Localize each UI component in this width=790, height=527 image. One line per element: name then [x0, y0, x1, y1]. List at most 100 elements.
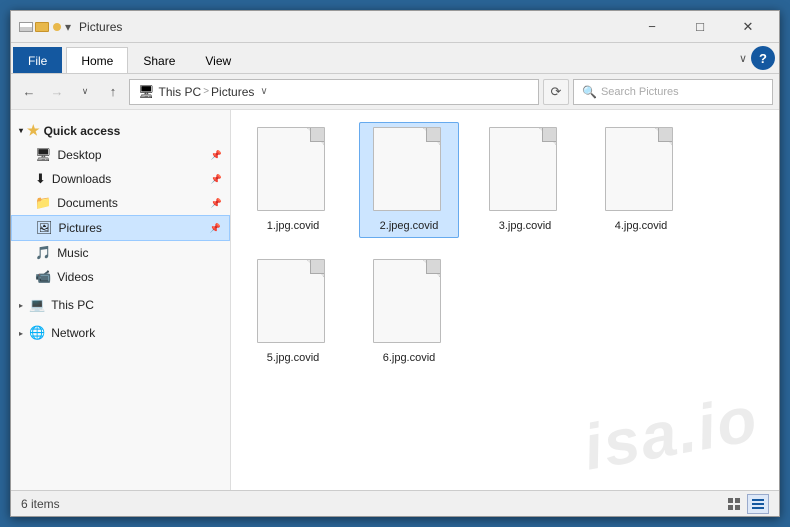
- address-path[interactable]: 🖥 This PC > Pictures ∨: [129, 79, 539, 105]
- status-count: 6 items: [21, 497, 60, 511]
- file-icon: [257, 259, 329, 347]
- sidebar-section-quickaccess: ▾ ★ Quick access 🖥 Desktop 📌 ⬇ Downloads…: [11, 118, 230, 289]
- documents-icon: 📁: [35, 195, 51, 211]
- sidebar-label-network: Network: [51, 326, 95, 340]
- file-icon: [489, 127, 561, 215]
- file-name-label: 5.jpg.covid: [267, 351, 320, 365]
- pin-desktop-icon: 📌: [211, 150, 222, 161]
- tab-home[interactable]: Home: [66, 47, 128, 73]
- search-box[interactable]: 🔍 Search Pictures: [573, 79, 773, 105]
- file-page-fold: [426, 128, 440, 142]
- view-large-icons-button[interactable]: [723, 494, 745, 514]
- search-icon: 🔍: [582, 85, 597, 99]
- file-item[interactable]: 5.jpg.covid: [243, 254, 343, 370]
- help-button[interactable]: ?: [751, 46, 775, 70]
- chevron-quickaccess-icon: ▾: [19, 126, 23, 135]
- file-name-label: 2.jpeg.covid: [380, 219, 439, 233]
- view-details-button[interactable]: [747, 494, 769, 514]
- network-icon: 🌐: [29, 325, 45, 341]
- tb-dot: [53, 23, 61, 31]
- ribbon-chevron[interactable]: ∨: [735, 52, 751, 65]
- pin-documents-icon: 📌: [211, 198, 222, 209]
- address-bar: ← → ∨ ↑ 🖥 This PC > Pictures ∨ ⟳ 🔍 Searc…: [11, 74, 779, 110]
- sidebar-item-documents[interactable]: 📁 Documents 📌: [11, 191, 230, 215]
- sidebar-label-downloads: Downloads: [52, 172, 111, 186]
- file-item[interactable]: 1.jpg.covid: [243, 122, 343, 238]
- close-button[interactable]: ✕: [725, 12, 771, 42]
- thispc-icon: 💻: [29, 297, 45, 313]
- ribbon-tabs: File Home Share View: [11, 43, 735, 73]
- file-page-shape: [373, 259, 441, 343]
- sidebar: ▾ ★ Quick access 🖥 Desktop 📌 ⬇ Downloads…: [11, 110, 231, 490]
- sidebar-label-music: Music: [57, 246, 88, 260]
- refresh-button[interactable]: ⟳: [543, 79, 569, 105]
- sidebar-item-desktop[interactable]: 🖥 Desktop 📌: [11, 143, 230, 167]
- file-item[interactable]: 2.jpeg.covid: [359, 122, 459, 238]
- sidebar-item-videos[interactable]: 📹 Videos: [11, 265, 230, 289]
- file-name-label: 1.jpg.covid: [267, 219, 320, 233]
- file-name-label: 4.jpg.covid: [615, 219, 668, 233]
- file-item[interactable]: 6.jpg.covid: [359, 254, 459, 370]
- file-page-shape: [257, 127, 325, 211]
- sidebar-label-pictures: Pictures: [59, 221, 102, 235]
- search-placeholder: Search Pictures: [601, 86, 679, 98]
- file-page-shape: [489, 127, 557, 211]
- file-icon: [373, 127, 445, 215]
- music-icon: 🎵: [35, 245, 51, 261]
- sidebar-item-thispc[interactable]: ▸ 💻 This PC: [11, 293, 230, 317]
- file-page-fold: [310, 260, 324, 274]
- title-controls: − □ ✕: [629, 12, 771, 42]
- sidebar-section-thispc: ▸ 💻 This PC: [11, 293, 230, 317]
- desktop-icon: 🖥: [35, 147, 52, 163]
- sidebar-label-thispc: This PC: [51, 298, 94, 312]
- explorer-window: ▾ Pictures − □ ✕ File Home Share View ∨ …: [10, 10, 780, 517]
- dropdown-history-button[interactable]: ∨: [73, 80, 97, 104]
- ribbon: File Home Share View ∨ ?: [11, 43, 779, 74]
- ribbon-tabs-row: File Home Share View ∨ ?: [11, 43, 779, 73]
- forward-button[interactable]: →: [45, 80, 69, 104]
- sidebar-item-network[interactable]: ▸ 🌐 Network: [11, 321, 230, 345]
- main-area: ▾ ★ Quick access 🖥 Desktop 📌 ⬇ Downloads…: [11, 110, 779, 490]
- sidebar-item-downloads[interactable]: ⬇ Downloads 📌: [11, 167, 230, 191]
- files-grid: 1.jpg.covid 2.jpeg.covid 3.jpg.covid 4.jpg.…: [243, 122, 767, 371]
- file-item[interactable]: 4.jpg.covid: [591, 122, 691, 238]
- chevron-network-icon: ▸: [19, 329, 23, 338]
- tab-view[interactable]: View: [190, 47, 246, 73]
- window-title: Pictures: [75, 20, 629, 34]
- file-item[interactable]: 3.jpg.covid: [475, 122, 575, 238]
- file-icon: [605, 127, 677, 215]
- back-button[interactable]: ←: [17, 80, 41, 104]
- up-button[interactable]: ↑: [101, 80, 125, 104]
- path-sep1: >: [203, 86, 209, 97]
- file-page-fold: [542, 128, 556, 142]
- pin-downloads-icon: 📌: [211, 174, 222, 185]
- file-page-fold: [658, 128, 672, 142]
- pin-pictures-icon: 📌: [210, 223, 221, 234]
- title-bar: ▾ Pictures − □ ✕: [11, 11, 779, 43]
- file-page-fold: [310, 128, 324, 142]
- sidebar-section-network: ▸ 🌐 Network: [11, 321, 230, 345]
- tab-share[interactable]: Share: [128, 47, 190, 73]
- path-pc-icon: 🖥: [138, 84, 155, 100]
- path-dropdown[interactable]: ∨: [260, 86, 267, 97]
- watermark: isa.io: [578, 381, 764, 484]
- path-thispc[interactable]: This PC: [159, 85, 202, 99]
- sidebar-item-pictures[interactable]: 🖼 Pictures 📌: [11, 215, 230, 241]
- sidebar-item-music[interactable]: 🎵 Music: [11, 241, 230, 265]
- restore-button[interactable]: □: [677, 12, 723, 42]
- file-area[interactable]: isa.io 1.jpg.covid 2.jpeg.covid 3.jpg.covi…: [231, 110, 779, 490]
- videos-icon: 📹: [35, 269, 51, 285]
- minimize-button[interactable]: −: [629, 12, 675, 42]
- pictures-icon: 🖼: [36, 220, 53, 236]
- file-name-label: 3.jpg.covid: [499, 219, 552, 233]
- sidebar-label-desktop: Desktop: [58, 148, 102, 162]
- tb-dropdown[interactable]: ▾: [65, 20, 71, 34]
- path-pictures[interactable]: Pictures: [211, 85, 254, 99]
- file-name-label: 6.jpg.covid: [383, 351, 436, 365]
- sidebar-label-videos: Videos: [57, 270, 93, 284]
- tb-folder-icon: [35, 22, 49, 32]
- status-bar: 6 items: [11, 490, 779, 516]
- file-icon: [257, 127, 329, 215]
- sidebar-header-quickaccess[interactable]: ▾ ★ Quick access: [11, 118, 230, 143]
- tab-file[interactable]: File: [13, 47, 62, 73]
